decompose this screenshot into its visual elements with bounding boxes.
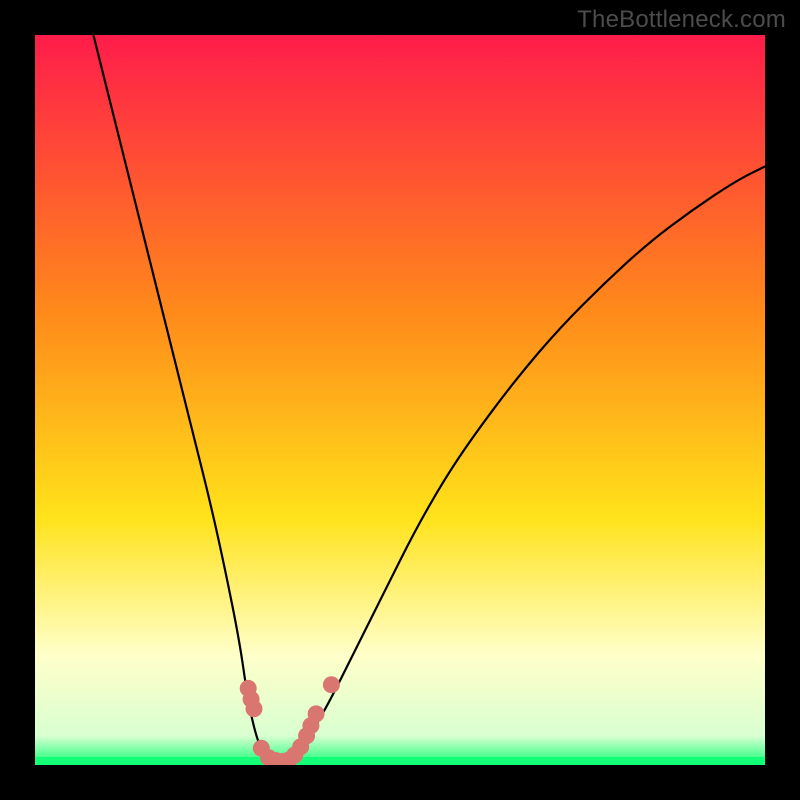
gradient-background [35, 35, 765, 765]
chart-svg [35, 35, 765, 765]
curve-marker [246, 700, 263, 717]
green-zone-band [35, 757, 765, 765]
curve-marker [308, 705, 325, 722]
watermark-text: TheBottleneck.com [577, 6, 786, 34]
chart-frame: TheBottleneck.com [0, 0, 800, 800]
plot-area [35, 35, 765, 765]
curve-marker [323, 676, 340, 693]
